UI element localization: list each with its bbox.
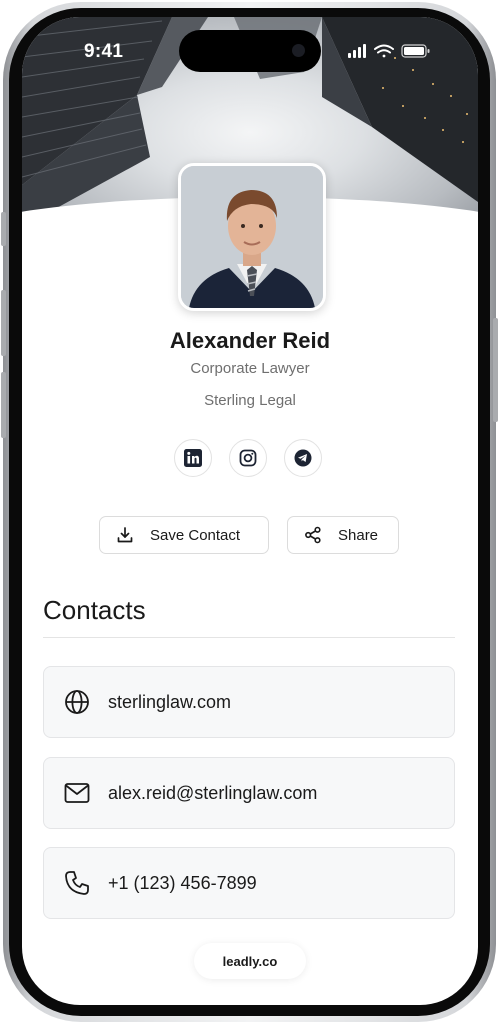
profile-avatar [178, 163, 326, 311]
contact-phone[interactable]: +1 (123) 456-7899 [43, 847, 455, 919]
status-icons [348, 44, 432, 63]
profile-title: Corporate Lawyer [190, 360, 310, 377]
action-button [1, 212, 6, 246]
download-icon [117, 527, 133, 543]
contact-website[interactable]: sterlinglaw.com [43, 666, 455, 738]
profile-company: Sterling Legal [204, 392, 296, 409]
telegram-button[interactable] [284, 439, 322, 477]
mail-icon [64, 783, 90, 803]
power-button [493, 318, 498, 422]
share-label: Share [338, 526, 379, 544]
wifi-icon [374, 44, 394, 58]
contact-email[interactable]: alex.reid@sterlinglaw.com [43, 757, 455, 829]
globe-icon [65, 690, 89, 714]
share-icon [305, 526, 321, 544]
contact-website-text: sterlinglaw.com [108, 691, 232, 712]
profile-name: Alexander Reid [169, 328, 331, 353]
instagram-button[interactable] [229, 439, 267, 477]
contacts-heading: Contacts [43, 595, 146, 625]
save-contact-button[interactable]: Save Contact [99, 516, 269, 554]
signal-icon [348, 44, 366, 58]
battery-icon [401, 44, 430, 58]
footer-brand-link[interactable]: leadly.co [194, 943, 306, 979]
screen: 9:41 Alexander Reid Corporate Lawyer Ste… [22, 17, 478, 1005]
instagram-icon [239, 449, 257, 467]
share-button[interactable]: Share [287, 516, 399, 554]
status-time: 9:41 [84, 41, 124, 62]
dynamic-island [179, 30, 321, 72]
volume-down-button [1, 372, 6, 438]
telegram-icon [294, 449, 312, 467]
contact-phone-text: +1 (123) 456-7899 [108, 872, 257, 893]
contacts-divider [43, 637, 455, 638]
volume-up-button [1, 290, 6, 356]
phone-icon [65, 871, 89, 895]
contact-email-text: alex.reid@sterlinglaw.com [108, 782, 318, 803]
save-contact-label: Save Contact [150, 526, 241, 544]
linkedin-button[interactable] [174, 439, 212, 477]
linkedin-icon [184, 449, 202, 467]
